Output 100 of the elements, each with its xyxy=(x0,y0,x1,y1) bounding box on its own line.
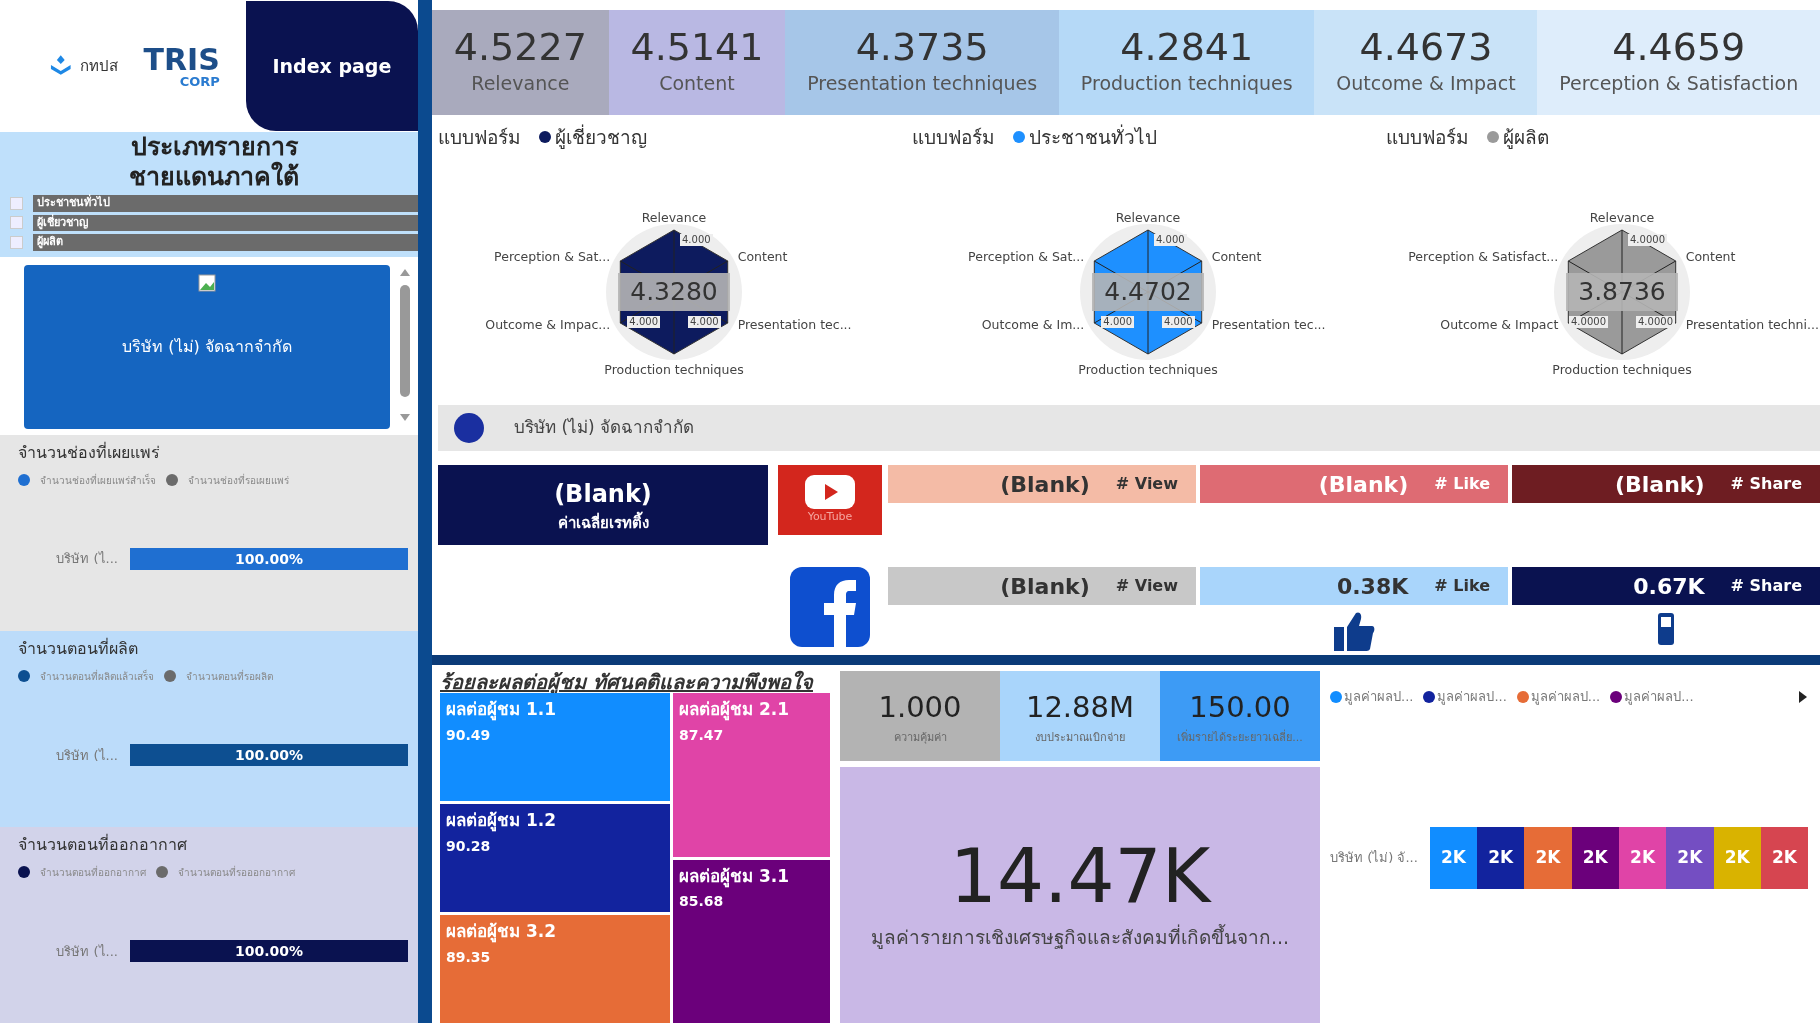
radar-value: 4.4702 xyxy=(1092,272,1204,311)
kpi-value: 150.00 xyxy=(1189,689,1291,726)
axis-label: Production techniques xyxy=(604,361,744,377)
legend-label: ผู้เชี่ยวชาญ xyxy=(555,123,647,151)
metric-label: # Share xyxy=(1730,473,1802,495)
axis-label: Outcome & Im... xyxy=(981,316,1085,332)
kpi-value: 4.5227 xyxy=(453,27,587,70)
kpi-value: 4.2841 xyxy=(1120,27,1254,70)
axis-label: Outcome & Impact xyxy=(1440,316,1559,332)
legend-label: จำนวนตอนที่ออกอากาศ xyxy=(40,864,146,880)
kpi-label: Presentation techniques xyxy=(807,71,1038,97)
filter-checkbox[interactable] xyxy=(10,235,23,249)
filter-checkbox[interactable] xyxy=(10,196,23,210)
bar-label: บริษัท (ไ... xyxy=(55,550,118,569)
kpi-value: 4.4673 xyxy=(1359,27,1493,70)
legend-label: มูลค่าผลป... xyxy=(1437,688,1507,707)
broken-image-icon xyxy=(197,272,217,293)
axis-label: Production techniques xyxy=(1078,361,1218,377)
bar-segment: 2K xyxy=(1571,826,1619,889)
legend-label: ประชาชนทั่วไป xyxy=(1029,123,1157,150)
bar-segment: 2K xyxy=(1760,826,1809,889)
kpi-value: 4.3735 xyxy=(855,27,989,70)
axis-label: Production techniques xyxy=(1552,361,1692,377)
rating-value: (Blank) xyxy=(554,478,652,510)
rating-label: ค่าเฉลี่ยเรทติ้ง xyxy=(557,511,649,534)
kpi-label: Relevance xyxy=(471,71,570,97)
metric-value: (Blank) xyxy=(1000,572,1090,601)
axis-label: Perception & Sat... xyxy=(968,248,1085,264)
bar-segment: 2K xyxy=(1618,826,1667,889)
tile-label: ผลต่อผู้ชม 1.2 xyxy=(446,809,558,834)
axis-label: Relevance xyxy=(1115,209,1181,225)
filter-option-label[interactable]: ผู้เชี่ยวชาญ xyxy=(33,214,418,231)
metric-label: # View xyxy=(1115,575,1178,597)
progress-bar-fill: 100.00% xyxy=(130,744,408,767)
kpi-label: เพิ่มรายได้ระยะยาวเฉลี่ย... xyxy=(1177,729,1303,746)
tile-value: 87.47 xyxy=(679,725,725,745)
metric-value: 0.67K xyxy=(1633,572,1705,601)
progress-bar-fill: 100.00% xyxy=(130,548,408,571)
metric-label: # Like xyxy=(1434,473,1490,495)
axis-label: Presentation tec... xyxy=(1211,316,1326,332)
filter-checkbox[interactable] xyxy=(10,216,23,230)
legend-label: จำนวนตอนที่ผลิตแล้วเสร็จ xyxy=(40,668,154,684)
section-title: จำนวนตอนที่ออกอากาศ xyxy=(18,833,188,856)
kpi-label: งบประมาณเบิกจ่าย xyxy=(1035,729,1125,746)
filter-title: ประเภทรายการชายแดนภาคใต้ xyxy=(128,132,300,192)
play-icon xyxy=(805,474,855,509)
bar-segment: 2K xyxy=(1477,826,1525,889)
legend-label: จำนวนตอนที่รอออกอากาศ xyxy=(178,864,295,880)
legend-label: จำนวนตอนที่รอผลิต xyxy=(186,668,273,684)
legend-label: มูลค่าผลป... xyxy=(1624,688,1694,707)
youtube-label: YouTube xyxy=(807,508,853,525)
axis-label: Presentation tec... xyxy=(737,316,852,332)
metric-value: (Blank) xyxy=(1318,470,1409,499)
tile-label: ผลต่อผู้ชม 1.1 xyxy=(446,698,558,723)
tris-logo-text: TRIS xyxy=(143,44,220,75)
bar-segment: 2K xyxy=(1666,826,1714,889)
tile-value: 90.28 xyxy=(446,836,492,856)
facebook-logo-icon xyxy=(790,567,870,647)
radar-value: 4.3280 xyxy=(618,272,730,311)
legend-title: แบบฟอร์ม xyxy=(1386,125,1469,150)
agency-logo-text: กทปส xyxy=(79,55,118,77)
legend-label: ผู้ผลิต xyxy=(1503,125,1549,151)
legend-title: แบบฟอร์ม xyxy=(912,125,995,150)
bar-label: บริษัท (ไ... xyxy=(55,746,118,765)
metric-label: # Share xyxy=(1730,575,1802,597)
axis-label: Content xyxy=(1211,248,1262,264)
legend-label: จำนวนช่องที่เผยแพร่สำเร็จ xyxy=(40,472,156,488)
company-list-item[interactable]: บริษัท (ไม่) จัดฉากจำกัด xyxy=(24,264,390,429)
bar-segment: 2K xyxy=(1524,826,1572,889)
big-number-label: มูลค่ารายการเชิงเศรษฐกิจและสังคมที่เกิดขึ้นจาก... xyxy=(870,923,1290,951)
bar-label: บริษัท (ไม่) จั... xyxy=(1330,848,1418,867)
axis-label: Outcome & Impac... xyxy=(485,316,611,332)
metric-label: # Like xyxy=(1434,575,1490,597)
index-page-button[interactable]: Index page xyxy=(245,1,418,131)
axis-label: Relevance xyxy=(641,209,707,225)
legend-label: มูลค่าผลป... xyxy=(1344,688,1414,707)
next-arrow-icon[interactable] xyxy=(1798,689,1808,704)
axis-label: Perception & Sat... xyxy=(494,248,611,264)
axis-label: Perception & Satisfact... xyxy=(1408,248,1559,264)
section-title: จำนวนตอนที่ผลิต xyxy=(18,637,139,660)
kpi-label: Production techniques xyxy=(1080,71,1293,97)
bar-label: บริษัท (ไ... xyxy=(55,942,118,961)
metric-value: (Blank) xyxy=(1615,470,1705,499)
kpi-label: ความคุ้มค่า xyxy=(893,729,947,746)
mobile-phone-icon xyxy=(1656,611,1676,647)
axis-label: Relevance xyxy=(1589,209,1655,225)
kpi-label: Content xyxy=(659,71,735,97)
kpi-label: Perception & Satisfaction xyxy=(1559,71,1799,97)
metric-value: 0.38K xyxy=(1336,572,1409,601)
legend-title: แบบฟอร์ม xyxy=(438,125,521,150)
radar-value: 3.8736 xyxy=(1566,272,1678,311)
progress-bar-fill: 100.00% xyxy=(130,940,408,963)
big-number-value: 14.47K xyxy=(949,838,1211,913)
legend-label: จำนวนช่องที่รอเผยแพร่ xyxy=(188,472,289,488)
filter-option-label[interactable]: ประชาชนทั่วไป xyxy=(33,195,418,212)
filter-option-label[interactable]: ผู้ผลิต xyxy=(33,234,418,251)
kpi-value: 12.88M xyxy=(1025,689,1134,726)
axis-label: Content xyxy=(1685,248,1736,264)
axis-label: Content xyxy=(737,248,788,264)
bar-segment: 2K xyxy=(1429,826,1478,889)
